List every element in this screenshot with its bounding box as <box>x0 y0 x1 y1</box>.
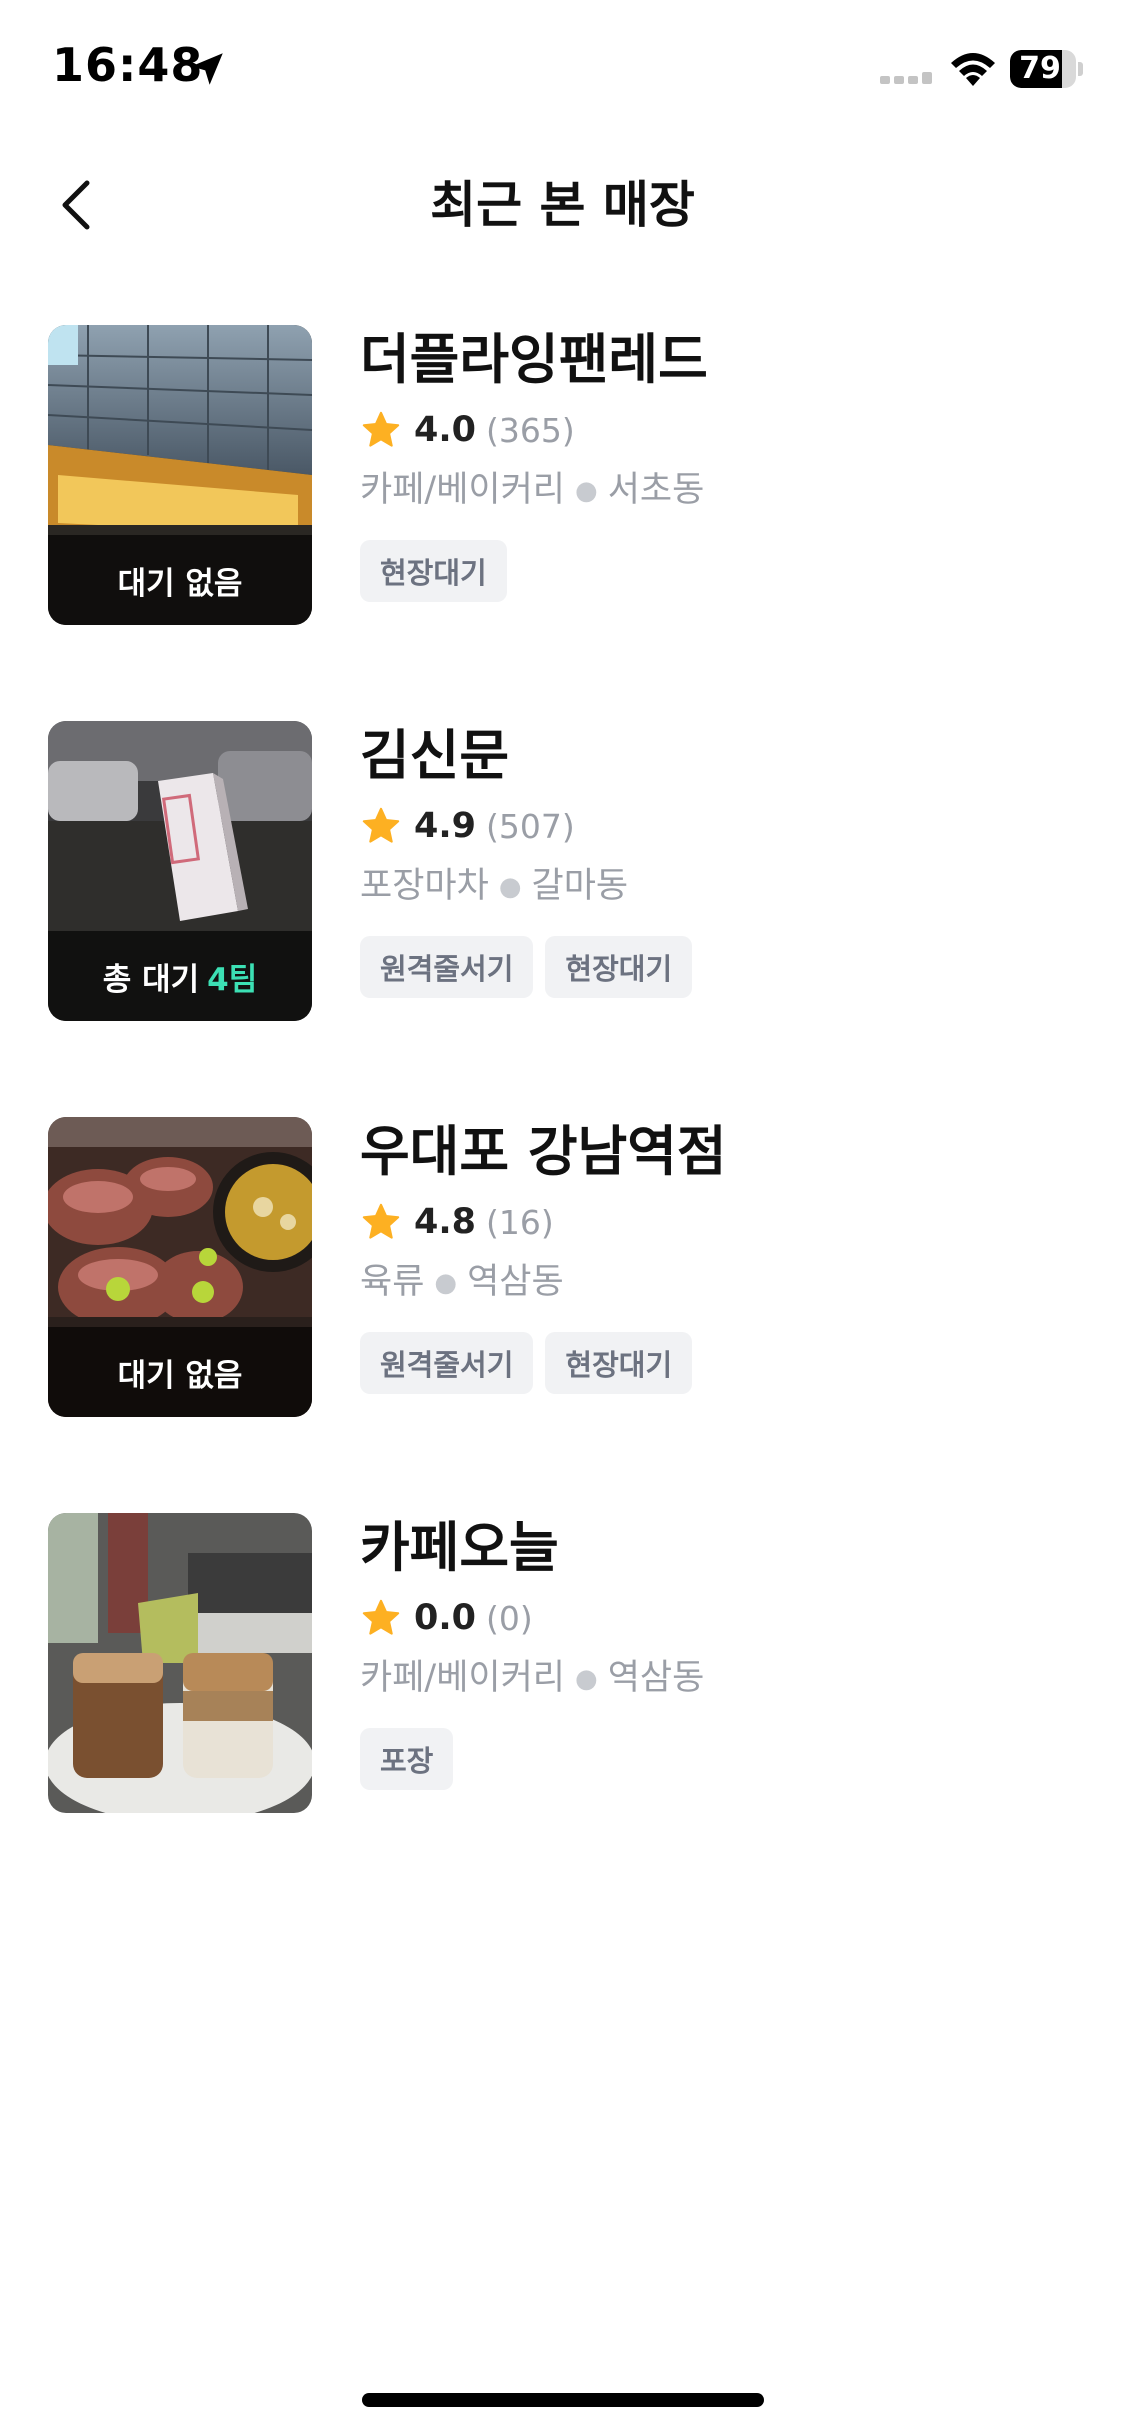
service-tags: 원격줄서기 현장대기 <box>360 936 1080 998</box>
screen: 16:48 79 최근 본 매장 대기 없음 더플라잉팬레드 4.0 (365)… <box>0 0 1125 2436</box>
service-tags: 원격줄서기 현장대기 <box>360 1332 1080 1394</box>
store-name: 카페오늘 <box>360 1516 559 1579</box>
store-info: 우대포 강남역점 4.8 (16) 육류 ● 역삼동 원격줄서기 현장대기 <box>360 1117 1080 1394</box>
rating-row: 4.8 (16) <box>360 1197 1080 1247</box>
service-tag: 포장 <box>360 1728 454 1790</box>
store-meta: 육류 ● 역삼동 <box>360 1257 1080 1308</box>
store-info: 더플라잉팬레드 4.0 (365) 카페/베이커리 ● 서초동 현장대기 <box>360 325 1080 602</box>
separator-dot: ● <box>575 1664 598 1694</box>
store-category: 카페/베이커리 <box>360 1658 565 1698</box>
store-meta: 카페/베이커리 ● 역삼동 <box>360 1653 1080 1704</box>
home-indicator[interactable] <box>362 2393 764 2407</box>
review-count: (16) <box>486 1202 554 1242</box>
rating-row: 4.9 (507) <box>360 801 1080 851</box>
star-icon <box>362 411 400 447</box>
review-count: (365) <box>486 410 575 450</box>
store-item[interactable]: 대기 없음 더플라잉팬레드 4.0 (365) 카페/베이커리 ● 서초동 현장대기 <box>0 325 1125 721</box>
store-category: 육류 <box>360 1262 425 1302</box>
store-item[interactable]: 총 대기 4팀 김신문 4.9 (507) 포장마차 ● 갈마동 원격줄서기 현장대… <box>0 721 1125 1117</box>
separator-dot: ● <box>498 872 522 902</box>
rating-value: 4.8 <box>414 1202 477 1242</box>
store-item[interactable]: 카페오늘 0.0 (0) 카페/베이커리 ● 역삼동 포장 <box>0 1513 1125 1909</box>
star-icon <box>362 1599 400 1635</box>
cellular-signal-icon <box>880 72 932 84</box>
wait-status-overlay: 대기 없음 <box>48 535 312 625</box>
store-meta: 카페/베이커리 ● 서초동 <box>360 465 1080 516</box>
separator-dot: ● <box>434 1268 458 1298</box>
location-arrow-icon <box>191 53 223 85</box>
battery-tip <box>1078 62 1083 76</box>
store-name: 우대포 강남역점 <box>360 1120 727 1183</box>
store-item[interactable]: 대기 없음 우대포 강남역점 4.8 (16) 육류 ● 역삼동 원격줄서기 현장대… <box>0 1117 1125 1513</box>
review-count: (507) <box>486 806 575 846</box>
service-tag: 현장대기 <box>545 936 693 998</box>
store-area: 역삼동 <box>607 1658 705 1698</box>
store-name: 더플라잉팬레드 <box>360 328 708 391</box>
store-area: 역삼동 <box>467 1262 564 1302</box>
store-photo <box>48 1513 312 1813</box>
store-info: 카페오늘 0.0 (0) 카페/베이커리 ● 역삼동 포장 <box>360 1513 1080 1790</box>
store-name: 김신문 <box>360 724 510 787</box>
service-tag: 현장대기 <box>545 1332 693 1394</box>
battery-body: 79 <box>1010 50 1076 88</box>
service-tags: 현장대기 <box>360 540 1080 602</box>
page-title: 최근 본 매장 <box>430 176 695 234</box>
separator-dot: ● <box>575 476 598 506</box>
rating-value: 4.9 <box>414 806 477 846</box>
service-tag: 원격줄서기 <box>360 1332 534 1394</box>
battery-level-text: 79 <box>1019 51 1061 86</box>
store-info: 김신문 4.9 (507) 포장마차 ● 갈마동 원격줄서기 현장대기 <box>360 721 1080 998</box>
star-icon <box>362 807 400 843</box>
status-time: 16:48 <box>52 38 204 92</box>
store-category: 포장마차 <box>360 866 489 906</box>
store-thumbnail: 대기 없음 <box>48 325 312 625</box>
service-tags: 포장 <box>360 1728 1080 1790</box>
rating-row: 0.0 (0) <box>360 1593 1080 1643</box>
wait-status-label: 대기 없음 <box>117 1357 243 1394</box>
wait-status-overlay: 대기 없음 <box>48 1327 312 1417</box>
store-thumbnail: 총 대기 4팀 <box>48 721 312 1021</box>
review-count: (0) <box>486 1598 533 1638</box>
rating-value: 0.0 <box>414 1598 477 1638</box>
store-area: 서초동 <box>607 470 705 510</box>
wait-status-overlay: 총 대기 4팀 <box>48 931 312 1021</box>
rating-value: 4.0 <box>414 410 477 450</box>
service-tag: 원격줄서기 <box>360 936 534 998</box>
service-tag: 현장대기 <box>360 540 507 602</box>
store-thumbnail <box>48 1513 312 1813</box>
wifi-icon <box>951 53 995 86</box>
status-bar: 16:48 79 <box>0 0 1125 140</box>
wait-status-label: 총 대기 <box>102 961 200 998</box>
wait-status-label: 대기 없음 <box>117 565 243 602</box>
star-icon <box>362 1203 400 1239</box>
battery-icon: 79 <box>1010 50 1083 88</box>
store-area: 갈마동 <box>531 866 629 906</box>
store-thumbnail: 대기 없음 <box>48 1117 312 1417</box>
recent-store-list: 대기 없음 더플라잉팬레드 4.0 (365) 카페/베이커리 ● 서초동 현장대기 <box>0 325 1125 1909</box>
store-meta: 포장마차 ● 갈마동 <box>360 861 1080 912</box>
wait-team-count: 4팀 <box>207 961 258 998</box>
store-category: 카페/베이커리 <box>360 470 565 510</box>
rating-row: 4.0 (365) <box>360 405 1080 455</box>
